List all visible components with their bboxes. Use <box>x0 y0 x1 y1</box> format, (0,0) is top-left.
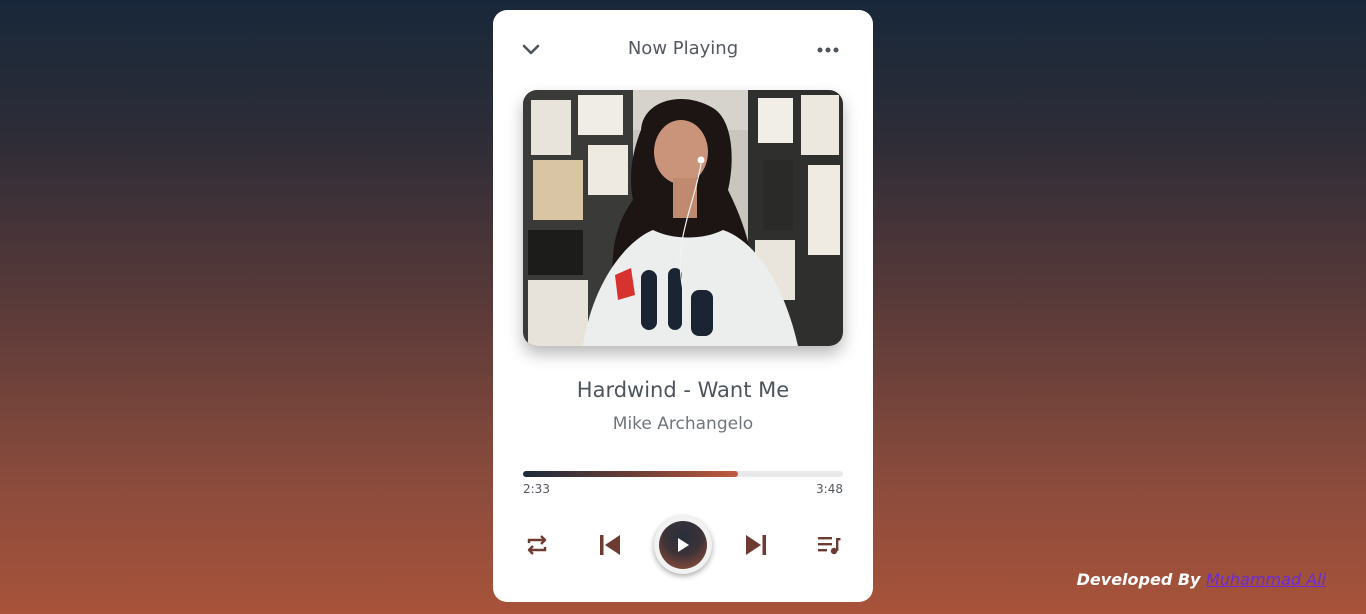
track-artist: Mike Archangelo <box>612 414 754 434</box>
play-button-core <box>659 521 707 569</box>
credit-link[interactable]: Muhammad Ali <box>1206 570 1326 589</box>
playlist-icon[interactable] <box>809 515 849 575</box>
skip-next-icon[interactable] <box>736 515 776 575</box>
current-time: 2:33 <box>523 482 550 496</box>
more-dots-icon[interactable] <box>813 40 843 60</box>
skip-previous-icon[interactable] <box>590 515 630 575</box>
player-card: Now Playing Hardwind - Want Me Mike Arch… <box>493 10 873 602</box>
progress-fill <box>523 471 738 477</box>
credit-prefix: Developed By <box>1076 570 1201 589</box>
repeat-icon[interactable] <box>517 515 557 575</box>
playback-controls <box>493 515 873 575</box>
play-icon <box>678 538 689 552</box>
developer-credit: Developed By Muhammad Ali <box>1077 570 1326 589</box>
progress-bar[interactable] <box>523 471 843 477</box>
player-header: Now Playing <box>493 10 873 90</box>
album-cover-image <box>523 90 843 346</box>
track-title: Hardwind - Want Me <box>576 378 790 402</box>
album-cover <box>523 90 843 346</box>
total-time: 3:48 <box>816 482 843 496</box>
play-button[interactable] <box>654 516 712 574</box>
